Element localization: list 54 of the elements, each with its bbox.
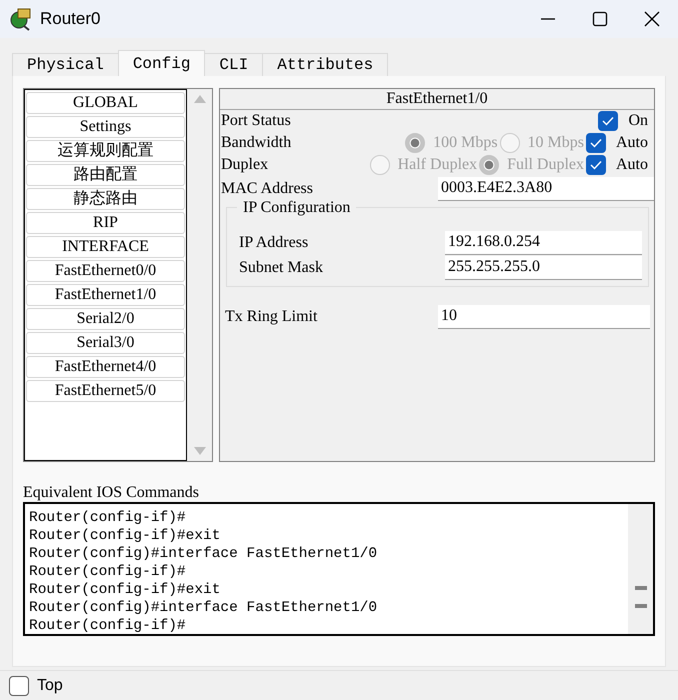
sidebar-item[interactable]: FastEthernet4/0 (26, 356, 185, 378)
console-line: Router(config)#interface FastEthernet1/0 (29, 599, 378, 617)
radio-label: Full Duplex (507, 155, 584, 175)
sidebar-item[interactable]: 路由配置 (26, 164, 185, 186)
minimize-icon (540, 18, 556, 20)
console-label: Equivalent IOS Commands (23, 484, 200, 502)
sidebar-item[interactable]: FastEthernet1/0 (26, 284, 185, 306)
sidebar-item[interactable]: FastEthernet0/0 (26, 260, 185, 282)
input-field[interactable]: 192.168.0.254 (445, 230, 642, 254)
maximize-icon (592, 11, 608, 27)
tab[interactable]: Attributes (262, 53, 388, 76)
console-line: Router(config)#interface FastEthernet1/0 (29, 545, 378, 563)
sidebar-item[interactable]: RIP (26, 212, 185, 234)
tab[interactable]: Config (118, 50, 206, 76)
sidebar-item[interactable]: Serial2/0 (26, 308, 185, 330)
tab[interactable]: Physical (12, 53, 119, 76)
radio-label: 100 Mbps (433, 133, 498, 153)
console-line: Router(config-if)#exit (29, 581, 222, 599)
sidebar-item[interactable]: Settings (26, 116, 185, 138)
input-field[interactable]: 0003.E4E2.3A80 (438, 176, 654, 200)
sidebar-item[interactable]: INTERFACE (26, 236, 185, 258)
console-line: Router(config-if)#exit (29, 527, 222, 545)
checkbox-label: On (628, 111, 648, 131)
panel-title: FastEthernet1/0 (220, 89, 654, 110)
group-title: IP Configuration (237, 198, 356, 218)
input-field[interactable]: 255.255.255.0 (445, 256, 642, 280)
check-icon (590, 160, 602, 170)
checkbox-label: Auto (616, 155, 648, 175)
sidebar-item[interactable]: Serial3/0 (26, 332, 185, 354)
console-line: Router(config-if)# (29, 563, 187, 581)
sidebar-item[interactable]: GLOBAL (26, 92, 185, 114)
field-label: MAC Address (221, 178, 314, 198)
input-field[interactable]: 10 (438, 304, 650, 328)
console-line: Router(config-if)# (29, 509, 187, 527)
check-icon (602, 116, 614, 126)
radio-label: Half Duplex (398, 155, 478, 175)
checkbox-label: Auto (616, 133, 648, 153)
window-title: Router0 (40, 8, 100, 30)
field-label: Tx Ring Limit (225, 306, 318, 326)
checkbox[interactable] (598, 111, 618, 131)
field-label: Bandwidth (221, 133, 292, 153)
field-label: Subnet Mask (239, 258, 324, 278)
sidebar-item[interactable]: 运算规则配置 (26, 140, 185, 162)
checkbox-label: Top (37, 676, 63, 696)
close-icon (644, 11, 660, 27)
check-icon (590, 138, 602, 148)
field-label: IP Address (239, 232, 310, 252)
sidebar-item[interactable]: FastEthernet5/0 (26, 380, 185, 402)
sidebar-item[interactable]: 静态路由 (26, 188, 185, 210)
console-line: Router(config-if)# (29, 617, 187, 634)
field-label: Duplex (221, 155, 268, 175)
checkbox[interactable] (9, 676, 29, 696)
radio-label: 10 Mbps (528, 133, 584, 153)
field-label: Port Status (221, 111, 291, 131)
